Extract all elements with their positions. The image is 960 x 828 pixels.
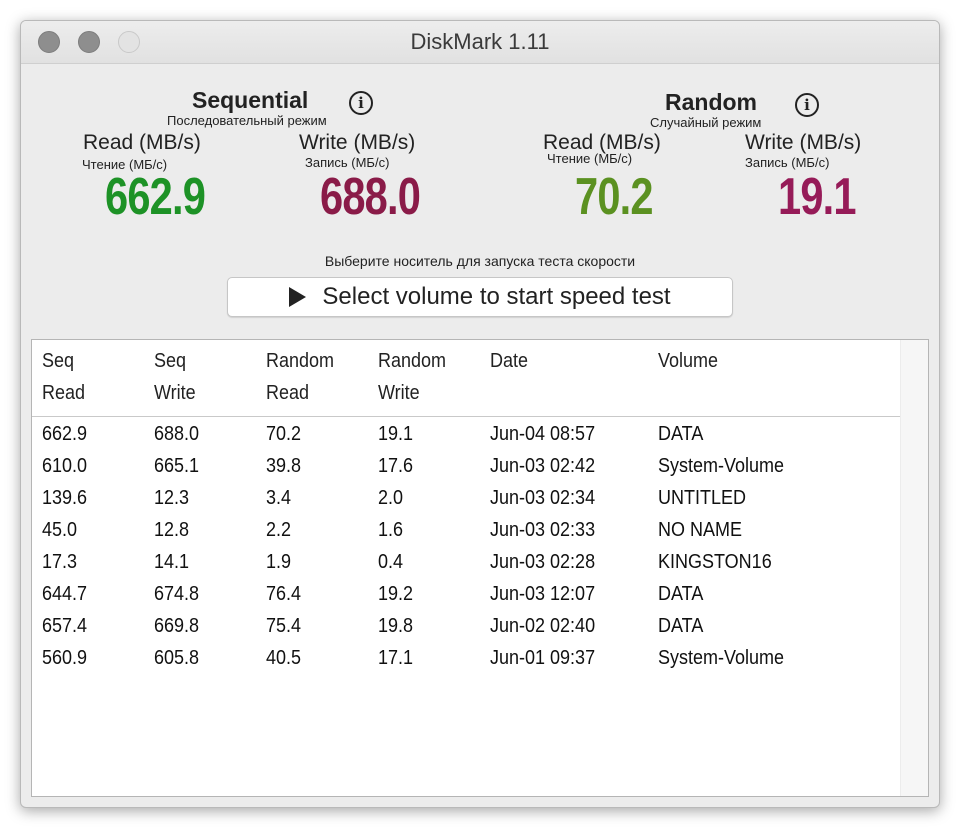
- column-header-volume[interactable]: Volume: [658, 345, 718, 377]
- cell-random-read: 1.9: [266, 551, 292, 573]
- header-line: Date: [490, 350, 529, 372]
- header-line: Volume: [658, 350, 719, 372]
- header-line: Write: [154, 382, 196, 404]
- cell-volume: System-Volume: [658, 647, 785, 669]
- cell-seq-write: 688.0: [154, 423, 200, 445]
- column-header-seq-read[interactable]: Seq Read: [42, 345, 85, 409]
- cell-seq-read: 45.0: [42, 519, 78, 541]
- cell-seq-read: 657.4: [42, 615, 88, 637]
- cell-random-read: 2.2: [266, 519, 292, 541]
- header-line: Random: [266, 350, 335, 372]
- table-row[interactable]: 17.3 14.1 1.9 0.4 Jun-03 02:28 KINGSTON16: [32, 546, 900, 578]
- header-line: Write: [378, 382, 420, 404]
- cell-seq-read: 644.7: [42, 583, 88, 605]
- cell-date: Jun-03 02:34: [490, 487, 596, 509]
- select-volume-prompt: Выберите носитель для запуска теста скор…: [324, 253, 636, 269]
- rand-write-value: 19.1: [778, 168, 857, 226]
- table-body: 662.9 688.0 70.2 19.1 Jun-04 08:57 DATA 610.0 6…: [32, 418, 900, 674]
- cell-seq-write: 12.8: [154, 519, 190, 541]
- random-title: Random: [665, 89, 757, 115]
- column-header-seq-write[interactable]: Seq Write: [154, 345, 196, 409]
- cell-seq-write: 14.1: [154, 551, 190, 573]
- window-title: DiskMark 1.11: [410, 29, 550, 54]
- table-row[interactable]: 610.0 665.1 39.8 17.6 Jun-03 02:42 System-Vol…: [32, 450, 900, 482]
- cell-random-write: 19.1: [378, 423, 414, 445]
- header-line: Seq: [42, 350, 75, 372]
- cell-seq-write: 12.3: [154, 487, 190, 509]
- rand-write-label: Write (MB/s): [745, 131, 862, 154]
- cell-seq-write: 665.1: [154, 455, 200, 477]
- play-icon: [289, 287, 307, 307]
- cell-seq-read: 560.9: [42, 647, 88, 669]
- cell-random-read: 75.4: [266, 615, 302, 637]
- cell-seq-write: 674.8: [154, 583, 200, 605]
- cell-date: Jun-03 02:42: [490, 455, 596, 477]
- cell-seq-write: 669.8: [154, 615, 200, 637]
- rand-read-sublabel: Чтение (МБ/с): [547, 151, 633, 166]
- table-row[interactable]: 644.7 674.8 76.4 19.2 Jun-03 12:07 DATA: [32, 578, 900, 610]
- table-row[interactable]: 657.4 669.8 75.4 19.8 Jun-02 02:40 DATA: [32, 610, 900, 642]
- header-line: Random: [378, 350, 447, 372]
- random-subtitle: Случайный режим: [650, 115, 762, 130]
- cell-random-write: 0.4: [378, 551, 404, 573]
- cell-random-read: 70.2: [266, 423, 302, 445]
- cell-random-write: 1.6: [378, 519, 404, 541]
- sequential-title: Sequential: [192, 87, 309, 113]
- cell-random-read: 3.4: [266, 487, 292, 509]
- cell-seq-read: 662.9: [42, 423, 88, 445]
- start-speed-test-button[interactable]: Select volume to start speed test: [227, 277, 733, 317]
- results-table: Seq Read Seq Write Random Read Random Wr…: [31, 339, 929, 797]
- cell-random-write: 19.2: [378, 583, 414, 605]
- table-header: Seq Read Seq Write Random Read Random Wr…: [32, 340, 900, 417]
- rand-read-value: 70.2: [575, 168, 654, 226]
- cell-random-write: 17.1: [378, 647, 414, 669]
- cell-seq-read: 139.6: [42, 487, 88, 509]
- cell-seq-write: 605.8: [154, 647, 200, 669]
- info-icon[interactable]: i: [349, 91, 373, 115]
- cell-random-read: 40.5: [266, 647, 302, 669]
- header-line: Read: [42, 382, 86, 404]
- table-row[interactable]: 139.6 12.3 3.4 2.0 Jun-03 02:34 UNTITLED: [32, 482, 900, 514]
- cell-random-write: 2.0: [378, 487, 404, 509]
- diskmark-window: DiskMark 1.11 Sequential i Последователь…: [20, 20, 940, 808]
- table-row[interactable]: 560.9 605.8 40.5 17.1 Jun-01 09:37 System-Vol…: [32, 642, 900, 674]
- cell-volume: DATA: [658, 423, 704, 445]
- cell-date: Jun-03 02:33: [490, 519, 596, 541]
- seq-write-value: 688.0: [320, 168, 421, 226]
- seq-write-label: Write (MB/s): [299, 131, 416, 154]
- cell-volume: NO NAME: [658, 519, 743, 541]
- cell-volume: DATA: [658, 583, 704, 605]
- cell-volume: UNTITLED: [658, 487, 747, 509]
- column-header-random-write[interactable]: Random Write: [378, 345, 446, 409]
- cell-volume: KINGSTON16: [658, 551, 772, 573]
- cell-random-read: 76.4: [266, 583, 302, 605]
- header-line: Seq: [154, 350, 187, 372]
- vertical-scrollbar[interactable]: [900, 340, 928, 796]
- start-speed-test-label: Select volume to start speed test: [322, 283, 671, 310]
- sequential-subtitle: Последовательный режим: [167, 113, 327, 128]
- cell-volume: System-Volume: [658, 455, 785, 477]
- cell-date: Jun-03 12:07: [490, 583, 596, 605]
- column-header-date[interactable]: Date: [490, 345, 528, 377]
- header-line: Read: [266, 382, 310, 404]
- cell-date: Jun-02 02:40: [490, 615, 596, 637]
- cell-volume: DATA: [658, 615, 704, 637]
- column-header-random-read[interactable]: Random Read: [266, 345, 334, 409]
- cell-date: Jun-03 02:28: [490, 551, 596, 573]
- cell-random-write: 19.8: [378, 615, 414, 637]
- table-row[interactable]: 45.0 12.8 2.2 1.6 Jun-03 02:33 NO NAME: [32, 514, 900, 546]
- seq-read-label: Read (MB/s): [83, 131, 201, 154]
- title-bar: DiskMark 1.11: [21, 21, 939, 64]
- cell-date: Jun-01 09:37: [490, 647, 596, 669]
- cell-seq-read: 610.0: [42, 455, 88, 477]
- table-row[interactable]: 662.9 688.0 70.2 19.1 Jun-04 08:57 DATA: [32, 418, 900, 450]
- info-icon[interactable]: i: [795, 93, 819, 117]
- cell-random-write: 17.6: [378, 455, 414, 477]
- cell-seq-read: 17.3: [42, 551, 78, 573]
- cell-date: Jun-04 08:57: [490, 423, 596, 445]
- seq-read-value: 662.9: [105, 168, 206, 226]
- cell-random-read: 39.8: [266, 455, 302, 477]
